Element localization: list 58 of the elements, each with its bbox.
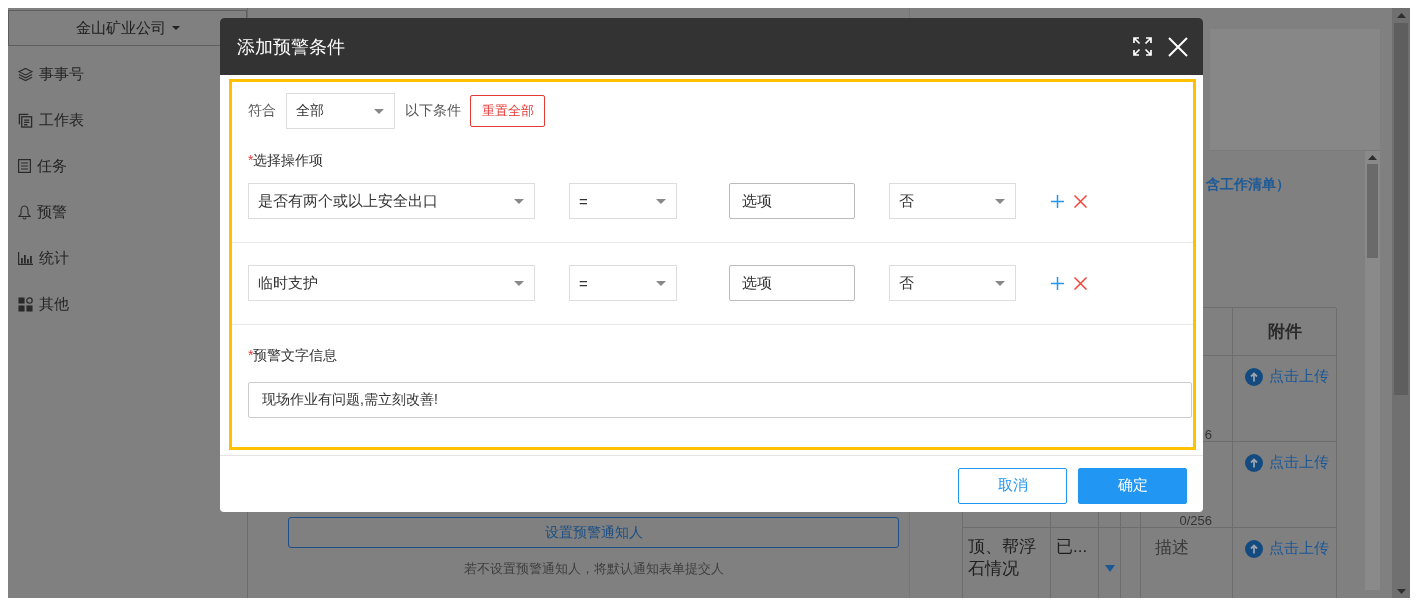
sidebar-item[interactable]: 预警 <box>37 202 67 222</box>
caret-icon <box>171 26 180 30</box>
caret-icon <box>995 198 1005 204</box>
reset-button[interactable]: 重置全部 <box>470 95 545 127</box>
caret-icon <box>656 198 666 204</box>
x-icon[interactable] <box>1074 194 1087 208</box>
sidebar-item[interactable]: 其他 <box>39 294 69 314</box>
section-title: 含工作清单） <box>1206 176 1290 192</box>
sidebar-item[interactable]: 任务 <box>37 156 67 176</box>
operator-select[interactable]: = <box>569 183 677 219</box>
caret-icon <box>374 108 384 114</box>
sidebar-item[interactable]: 事事号 <box>39 64 84 84</box>
bar-chart-icon[interactable] <box>18 251 33 265</box>
match-select[interactable]: 全部 <box>286 93 395 129</box>
value-field[interactable]: 选项 <box>729 183 855 219</box>
field-select[interactable]: 是否有两个或以上安全出口 <box>248 183 535 219</box>
arrow-up-icon[interactable] <box>1368 155 1377 160</box>
caret-icon <box>514 198 524 204</box>
layers-icon[interactable] <box>18 66 33 82</box>
item-text: 顶、帮浮石情况 <box>968 536 1037 580</box>
caret-icon <box>514 280 524 286</box>
answer-select[interactable]: 否 <box>889 265 1016 301</box>
answer-select[interactable]: 否 <box>889 183 1016 219</box>
cancel-button[interactable]: 取消 <box>958 467 1067 504</box>
confirm-button[interactable]: 确定 <box>1078 467 1187 504</box>
hint-text: 若不设置预警通知人，将默认通知表单提交人 <box>463 561 724 577</box>
plus-icon[interactable] <box>1051 194 1064 208</box>
field-select[interactable]: 临时支护 <box>248 265 535 301</box>
upload-icon <box>1245 453 1263 472</box>
expand-icon[interactable] <box>1133 37 1152 56</box>
match-label: 符合 <box>248 102 276 120</box>
sidebar-item[interactable]: 统计 <box>39 248 69 268</box>
x-icon[interactable] <box>1074 276 1087 290</box>
tiles-icon[interactable] <box>18 296 33 312</box>
value-field[interactable]: 选项 <box>729 265 855 301</box>
close-icon[interactable] <box>1168 36 1188 57</box>
upload-icon <box>1245 367 1263 386</box>
document-icon[interactable] <box>18 159 31 173</box>
field-label: *选择操作项 <box>248 151 324 170</box>
char-counter: 6 <box>1204 428 1212 441</box>
bell-icon[interactable] <box>18 204 31 220</box>
column-header: 附件 <box>1267 321 1302 343</box>
caret-icon <box>656 280 666 286</box>
arrow-up-icon[interactable] <box>1396 13 1406 18</box>
operator-select[interactable]: = <box>569 265 677 301</box>
plus-icon[interactable] <box>1051 276 1064 290</box>
message-field[interactable]: 现场作业有问题,需立刻改善! <box>248 382 1192 418</box>
arrow-down-icon[interactable] <box>1396 589 1406 594</box>
upload-icon <box>1245 539 1263 558</box>
match-suffix: 以下条件 <box>405 102 461 120</box>
files-icon[interactable] <box>18 112 33 128</box>
caret-icon <box>995 280 1005 286</box>
scroll-thumb[interactable] <box>1367 164 1378 258</box>
sidebar-item[interactable]: 工作表 <box>39 110 84 130</box>
description-field[interactable]: 描述 <box>1141 536 1232 560</box>
status-value: 已... <box>1056 536 1089 558</box>
field-label: *预警文字信息 <box>248 346 338 365</box>
char-counter: 0/256 <box>1179 514 1212 527</box>
